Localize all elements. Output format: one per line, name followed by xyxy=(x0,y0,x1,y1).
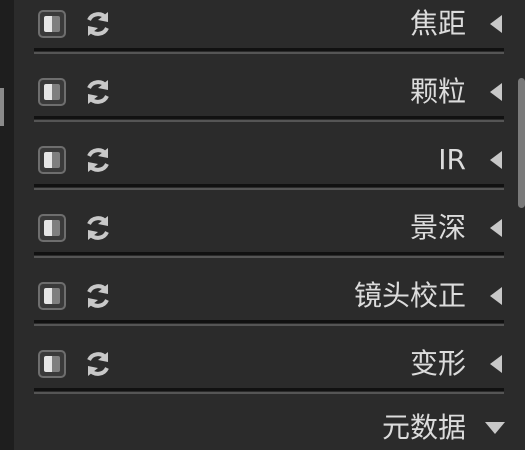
metadata-section-header[interactable]: 元数据 xyxy=(38,402,508,450)
module-title: 景深 xyxy=(409,211,466,244)
reset-icon[interactable] xyxy=(82,348,114,380)
darkroom-module-panel: 焦距 颗粒 IR 景深 镜头校正 变形 元数据 xyxy=(0,0,525,450)
module-title: 焦距 xyxy=(409,7,466,40)
scrollbar-track[interactable] xyxy=(509,0,525,450)
module-divider xyxy=(34,252,504,258)
triangle-left-icon[interactable] xyxy=(488,82,504,102)
module-toggle-icon[interactable] xyxy=(38,78,66,106)
module-divider xyxy=(34,320,504,326)
module-divider xyxy=(34,388,504,394)
reset-icon[interactable] xyxy=(82,280,114,312)
module-title: 变形 xyxy=(409,347,466,380)
scrollbar-thumb[interactable] xyxy=(518,78,525,208)
module-toggle-icon[interactable] xyxy=(38,146,66,174)
module-divider xyxy=(34,116,504,122)
module-grain[interactable]: 颗粒 xyxy=(34,68,508,124)
module-title: 镜头校正 xyxy=(353,279,466,312)
triangle-left-icon[interactable] xyxy=(488,354,504,374)
module-ir[interactable]: IR xyxy=(34,136,508,192)
module-distortion[interactable]: 变形 xyxy=(34,340,508,396)
triangle-left-icon[interactable] xyxy=(488,286,504,306)
module-focal-length[interactable]: 焦距 xyxy=(34,0,508,56)
module-depth-of-field[interactable]: 景深 xyxy=(34,204,508,260)
module-toggle-icon[interactable] xyxy=(38,282,66,310)
reset-icon[interactable] xyxy=(82,76,114,108)
triangle-left-icon[interactable] xyxy=(488,14,504,34)
section-title: 元数据 xyxy=(381,411,466,444)
module-toggle-icon[interactable] xyxy=(38,214,66,242)
reset-icon[interactable] xyxy=(82,8,114,40)
module-toggle-icon[interactable] xyxy=(38,350,66,378)
reset-icon[interactable] xyxy=(82,212,114,244)
left-panel-marker xyxy=(0,88,4,126)
module-divider xyxy=(34,184,504,190)
triangle-down-icon[interactable] xyxy=(484,420,506,436)
reset-icon[interactable] xyxy=(82,144,114,176)
triangle-left-icon[interactable] xyxy=(488,218,504,238)
module-divider xyxy=(34,48,504,54)
module-title: IR xyxy=(438,143,466,176)
triangle-left-icon[interactable] xyxy=(488,150,504,170)
module-toggle-icon[interactable] xyxy=(38,10,66,38)
module-title: 颗粒 xyxy=(409,75,466,108)
left-gutter xyxy=(0,0,14,450)
module-lens-correction[interactable]: 镜头校正 xyxy=(34,272,508,328)
